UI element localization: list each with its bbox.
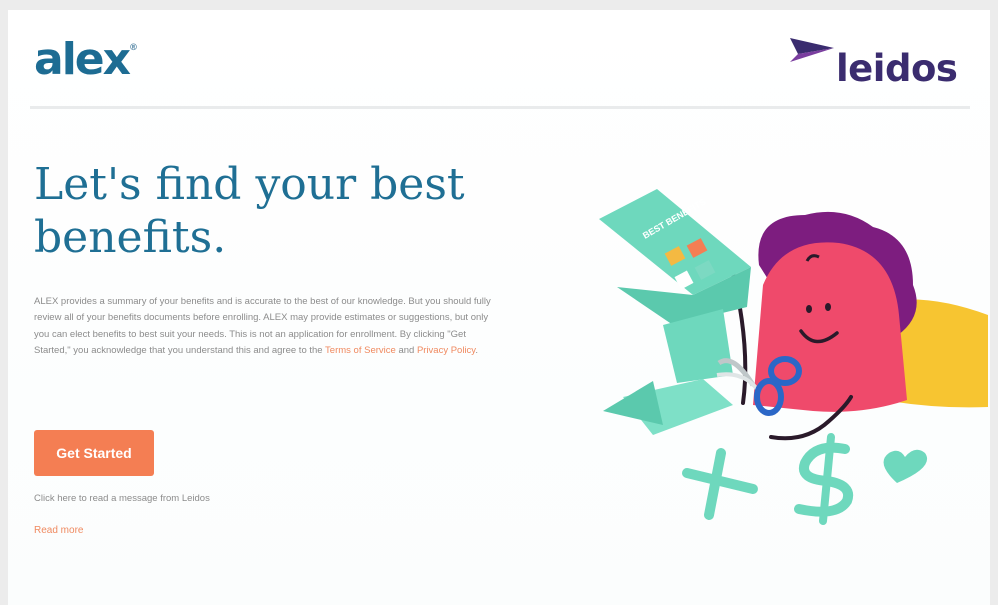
alex-logo[interactable]: alex®: [34, 38, 138, 82]
character-eye-right: [825, 303, 831, 311]
leidos-logo-text: leidos: [836, 47, 958, 90]
leidos-flag-icon: [790, 38, 834, 62]
privacy-policy-link[interactable]: Privacy Policy: [417, 345, 475, 356]
header: alex® leidos: [8, 10, 990, 110]
page-frame: alex® leidos Let's find your best benefi…: [8, 10, 990, 605]
leidos-message-text[interactable]: Click here to read a message from Leidos: [34, 493, 210, 504]
and-text: and: [398, 345, 415, 357]
benefits-illustration: BEST BENEFITS: [599, 189, 988, 525]
character-eye-left: [806, 305, 812, 313]
terms-of-service-link[interactable]: Terms of Service: [325, 345, 396, 356]
benefits-booklet: BEST BENEFITS: [599, 189, 751, 435]
page-title: Let's find your best benefits.: [34, 159, 465, 263]
registered-mark: ®: [129, 43, 138, 53]
period-text: .: [475, 345, 478, 357]
plus-sign-icon: [682, 448, 758, 520]
dollar-sign-icon: [794, 433, 853, 525]
read-more-link[interactable]: Read more: [34, 525, 83, 536]
heart-icon: [883, 449, 928, 483]
leidos-logo: leidos: [784, 36, 984, 96]
header-divider: [30, 106, 970, 109]
get-started-button[interactable]: Get Started: [34, 430, 154, 476]
alex-logo-text: alex: [34, 34, 131, 85]
disclaimer-paragraph: ALEX provides a summary of your benefits…: [34, 294, 502, 360]
